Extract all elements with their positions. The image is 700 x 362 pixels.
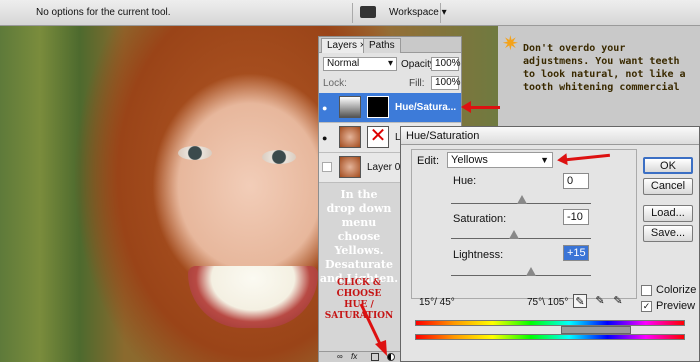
mask-thumbnail bbox=[367, 96, 389, 118]
saturation-label: Saturation: bbox=[453, 213, 507, 225]
options-bar: No options for the current tool. Workspa… bbox=[0, 0, 700, 26]
cancel-button[interactable]: Cancel bbox=[643, 178, 693, 195]
right-eye bbox=[262, 150, 296, 164]
range-left-readout: 15°/ 45° bbox=[419, 297, 455, 308]
lightness-slider-track[interactable] bbox=[451, 275, 591, 276]
workspace-menu[interactable]: Workspace ▾ bbox=[389, 7, 447, 18]
link-layers-icon[interactable]: ∞ bbox=[337, 352, 343, 361]
saturation-slider-knob[interactable] bbox=[509, 230, 519, 239]
hue-slider-knob[interactable] bbox=[517, 195, 527, 204]
colorize-checkbox[interactable] bbox=[641, 285, 652, 296]
saturation-slider-track[interactable] bbox=[451, 238, 591, 239]
tab-paths[interactable]: Paths bbox=[363, 38, 401, 53]
eye-icon[interactable]: ● bbox=[322, 103, 327, 113]
tool-options-hint: No options for the current tool. bbox=[36, 7, 171, 18]
star-icon: ✷ bbox=[502, 33, 519, 55]
edit-label: Edit: bbox=[417, 155, 440, 167]
load-button[interactable]: Load... bbox=[643, 205, 693, 222]
blend-mode-select[interactable]: Normal ▾ bbox=[323, 57, 397, 71]
instruction-note: In the drop down menu choose Yellows. De… bbox=[319, 188, 399, 285]
lightness-slider-knob[interactable] bbox=[526, 267, 536, 276]
smile-teeth bbox=[188, 266, 318, 328]
range-right-readout: 75°\ 105° bbox=[527, 297, 569, 308]
camera-icon[interactable] bbox=[360, 6, 376, 18]
lightness-label: Lightness: bbox=[453, 249, 504, 261]
saturation-field[interactable]: -10 bbox=[563, 209, 589, 225]
add-eyedropper-icon[interactable]: ✎ bbox=[593, 294, 607, 308]
visibility-toggle[interactable] bbox=[322, 162, 332, 172]
empty-mask-icon: ✕ bbox=[367, 126, 389, 148]
pointer-arrow-to-adjustment bbox=[359, 303, 387, 356]
colorize-label: Colorize bbox=[656, 284, 697, 296]
lightness-field[interactable]: +15 bbox=[563, 245, 589, 261]
ok-button[interactable]: OK bbox=[643, 157, 693, 174]
preview-checkbox[interactable]: ✓ bbox=[641, 301, 652, 312]
fill-field[interactable]: 100% bbox=[431, 76, 461, 90]
opacity-field[interactable]: 100% bbox=[431, 57, 461, 71]
edit-group bbox=[411, 149, 637, 299]
color-range-bar[interactable] bbox=[561, 326, 631, 334]
edit-select[interactable]: Yellows ▼ bbox=[447, 152, 553, 168]
pointer-arrow-to-layer bbox=[461, 101, 500, 113]
save-button[interactable]: Save... bbox=[643, 225, 693, 242]
layer-row-hue-saturation[interactable]: ● Hue/Satura... bbox=[319, 93, 461, 123]
subtract-eyedropper-icon[interactable]: ✎ bbox=[611, 294, 625, 308]
adjustment-thumbnail bbox=[339, 96, 361, 118]
lock-label: Lock: bbox=[323, 78, 347, 89]
dialog-title: Hue/Saturation bbox=[401, 127, 699, 145]
layer-name: Hue/Satura... bbox=[395, 102, 457, 113]
eyedropper-icon[interactable]: ✎ bbox=[573, 294, 587, 308]
layer-name: Layer 0 bbox=[367, 162, 401, 173]
hue-field[interactable]: 0 bbox=[563, 173, 589, 189]
fill-label: Fill: bbox=[409, 78, 425, 89]
layer-thumbnail bbox=[339, 126, 361, 148]
layer-thumbnail bbox=[339, 156, 361, 178]
workspace-label: Workspace bbox=[389, 7, 439, 18]
output-color-bar bbox=[415, 334, 685, 340]
left-eye bbox=[178, 146, 212, 160]
preview-label: Preview bbox=[656, 300, 696, 312]
input-color-bar bbox=[415, 320, 685, 326]
tip-note: Don't overdo your adjustmens. You want t… bbox=[523, 43, 686, 93]
hue-label: Hue: bbox=[453, 175, 477, 187]
eye-icon[interactable]: ● bbox=[322, 133, 327, 143]
hue-saturation-dialog: Hue/Saturation × Edit: Yellows▼ Hue: 0 S… bbox=[400, 126, 700, 362]
